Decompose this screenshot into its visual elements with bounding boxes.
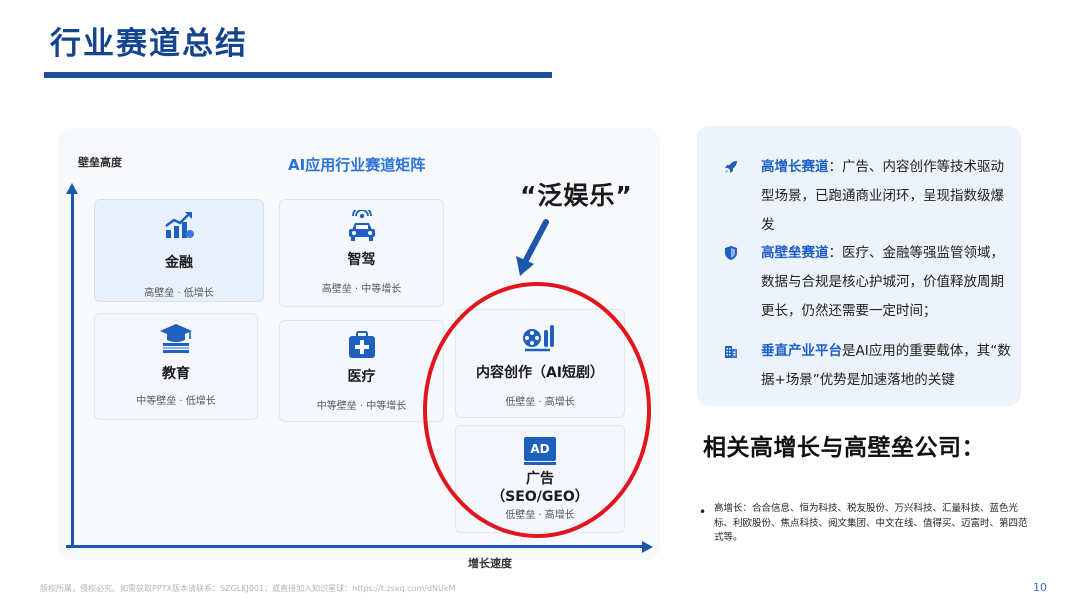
x-axis-line [66, 545, 644, 548]
bullet-marker: • [699, 505, 707, 519]
summary-item-high-growth: 高增长赛道：广告、内容创作等技术驱动型场景，已跑通商业闭环，呈现指数级爆发 [719, 153, 1015, 240]
card-sub: 中等壁垒 · 中等增长 [316, 401, 407, 412]
matrix-title: AI应用行业赛道矩阵 [288, 156, 426, 174]
y-axis-label: 壁垒高度 [78, 156, 122, 169]
footer-copyright: 版权所属，侵权必究。如需获取PPTX版本请联系：SZGLKJ001；或直接加入知… [40, 584, 456, 593]
related-companies-heading: 相关高增长与高壁垒公司： [703, 435, 985, 461]
summary-box: 高增长赛道：广告、内容创作等技术驱动型场景，已跑通商业闭环，呈现指数级爆发 高壁… [697, 126, 1021, 406]
page-number: 10 [1033, 581, 1047, 594]
y-axis-line [71, 192, 74, 548]
car-signal-icon [345, 206, 379, 248]
y-axis-arrow-icon [66, 183, 78, 194]
card-sub: 中等壁垒 · 低增长 [136, 396, 216, 407]
callout-arrow-icon [516, 219, 549, 276]
title-underline [44, 72, 552, 78]
x-axis-label: 增长速度 [468, 557, 512, 570]
summary-item-vertical-platform: 垂直产业平台是AI应用的重要载体，其“数据+场景”优势是加速落地的关键 [719, 337, 1015, 395]
shield-icon [725, 246, 737, 260]
related-companies-list: 高增长：合合信息、恒为科技、税友股份、万兴科技、汇量科技、蓝色光标、利欧股份、焦… [714, 503, 1028, 543]
card-name: 教育 [162, 366, 190, 382]
summary-keyword: 高增长赛道 [761, 159, 829, 175]
page-title: 行业赛道总结 [50, 26, 248, 62]
card-education: 教育 中等壁垒 · 低增长 [94, 313, 258, 420]
summary-keyword: 高壁垒赛道 [761, 245, 829, 261]
chart-growth-icon [163, 210, 195, 244]
card-finance: 金融 高壁垒 · 低增长 [94, 199, 264, 302]
card-name: 医疗 [347, 369, 376, 385]
summary-keyword: 垂直产业平台 [761, 343, 842, 359]
card-sub: 高壁垒 · 中等增长 [321, 284, 402, 295]
highlight-circle [423, 282, 651, 538]
rocket-icon [725, 161, 737, 173]
card-name: 金融 [165, 255, 193, 271]
card-name: 智驾 [347, 252, 376, 268]
callout-label: “泛娱乐” [520, 181, 633, 210]
x-axis-arrow-icon [642, 540, 653, 553]
card-sub: 高壁垒 · 低增长 [144, 288, 214, 299]
summary-item-high-barrier: 高壁垒赛道：医疗、金融等强监管领域，数据与合规是核心护城河，价值释放周期更长，仍… [719, 239, 1015, 326]
medical-kit-icon [346, 329, 378, 365]
building-icon [725, 346, 737, 358]
graduation-cap-icon [158, 322, 194, 358]
